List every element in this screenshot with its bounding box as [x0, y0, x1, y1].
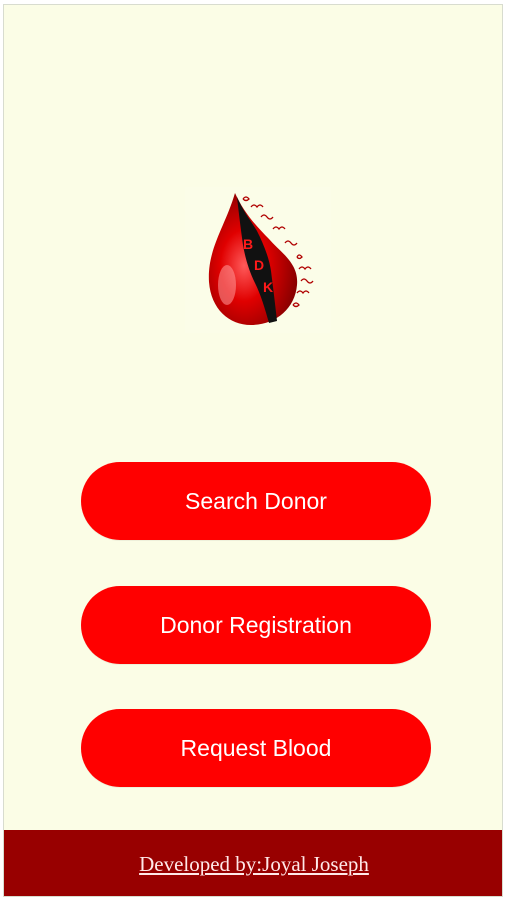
app-logo: B D K [185, 187, 331, 333]
app-screen: B D K Search Donor Donor Registration Re… [3, 4, 503, 897]
search-donor-button[interactable]: Search Donor [81, 462, 431, 540]
logo-letter: D [254, 257, 264, 273]
blood-drop-icon: B D K [208, 193, 314, 325]
request-blood-button[interactable]: Request Blood [81, 709, 431, 787]
logo-letter: B [243, 236, 253, 252]
footer: Developed by:Joyal Joseph [4, 830, 502, 896]
donor-registration-button[interactable]: Donor Registration [81, 586, 431, 664]
drop-highlight [218, 265, 236, 305]
developer-credit-link[interactable]: Developed by:Joyal Joseph [139, 852, 369, 877]
logo-letter: K [263, 279, 273, 295]
